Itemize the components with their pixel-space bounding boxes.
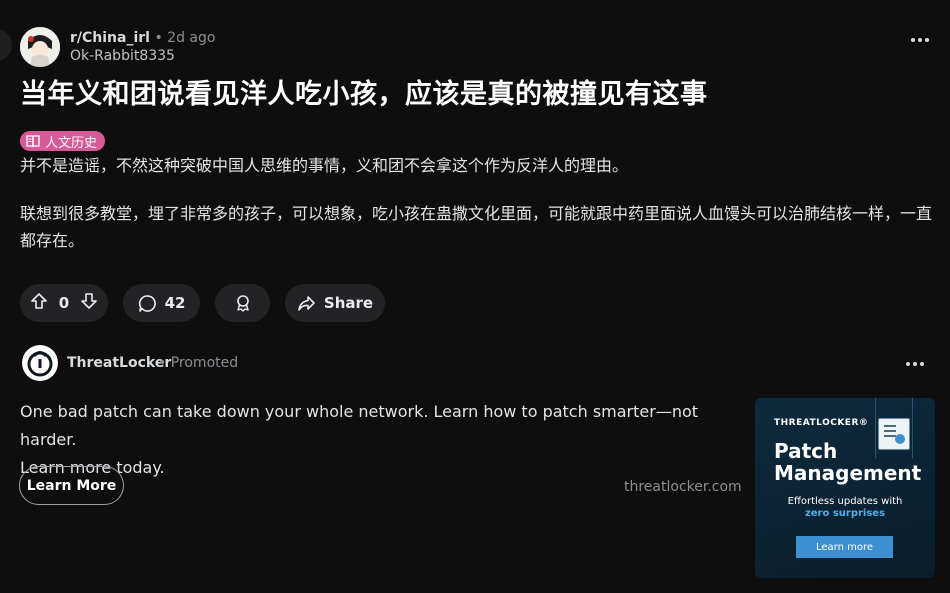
ad-image-card[interactable]: THREATLOCKER® Patch Management Effortles… [755,398,935,578]
vote-control: 0 [20,284,108,322]
post-author[interactable]: Ok-Rabbit8335 [70,48,175,64]
comment-icon [138,294,156,312]
ad-domain[interactable]: threatlocker.com [624,479,742,495]
ad-text-line: Learn more today. [20,458,165,477]
card-learn-more-button[interactable]: Learn more [796,536,893,558]
award-icon [236,295,249,312]
post-age: 2d ago [167,30,216,46]
threatlocker-logo-icon [24,347,56,379]
more-icon [906,362,924,366]
card-subtitle-accent: zero surprises [804,508,886,519]
vote-count: 0 [58,294,70,312]
comments-button[interactable]: 42 [123,284,200,322]
card-subtitle: Effortless updates with [787,496,903,507]
downvote-icon[interactable] [80,292,98,314]
back-button[interactable] [0,29,12,61]
card-headline: Patch Management [774,440,921,484]
post-meta-line: r/China_irl • 2d ago [70,30,215,46]
ad-text-line: One bad patch can take down your whole n… [20,402,699,449]
subreddit-name[interactable]: r/China_irl [70,30,150,46]
share-button[interactable]: Share [285,284,385,322]
card-headline-line: Management [774,461,922,485]
meta-separator: • [154,30,163,46]
post-title[interactable]: 当年义和团说看见洋人吃小孩，应该是真的被撞见有这事 [20,72,708,111]
ad-more-button[interactable] [906,362,924,366]
post-flair[interactable]: 人文历史 [20,131,106,151]
learn-more-button[interactable]: Learn More [19,466,124,505]
advertiser-name[interactable]: ThreatLocker [67,355,171,371]
promoted-separator: • [158,355,167,371]
post-paragraph: 联想到很多教堂，埋了非常多的孩子，可以想象，吃小孩在蛊撒文化里面，可能就跟中药里… [20,204,933,250]
subreddit-avatar[interactable] [20,27,60,67]
promoted-label: • Promoted [158,355,238,371]
post-paragraph: 并不是造谣，不然这种突破中国人思维的事情，义和团不会拿这个作为反洋人的理由。 [20,156,629,175]
ad-body[interactable]: One bad patch can take down your whole n… [20,398,750,482]
share-label: Share [323,294,374,312]
more-icon [911,38,929,42]
card-headline-line: Patch [774,439,838,463]
card-brand: THREATLOCKER® [774,418,869,428]
promoted-text: Promoted [170,355,239,371]
award-button[interactable] [215,284,270,322]
upvote-icon[interactable] [30,292,48,314]
book-icon [26,134,40,147]
advertiser-avatar[interactable] [22,345,58,381]
flair-label: 人文历史 [45,135,98,151]
comment-count: 42 [164,294,186,312]
post-more-button[interactable] [911,38,929,42]
share-icon [298,295,315,311]
